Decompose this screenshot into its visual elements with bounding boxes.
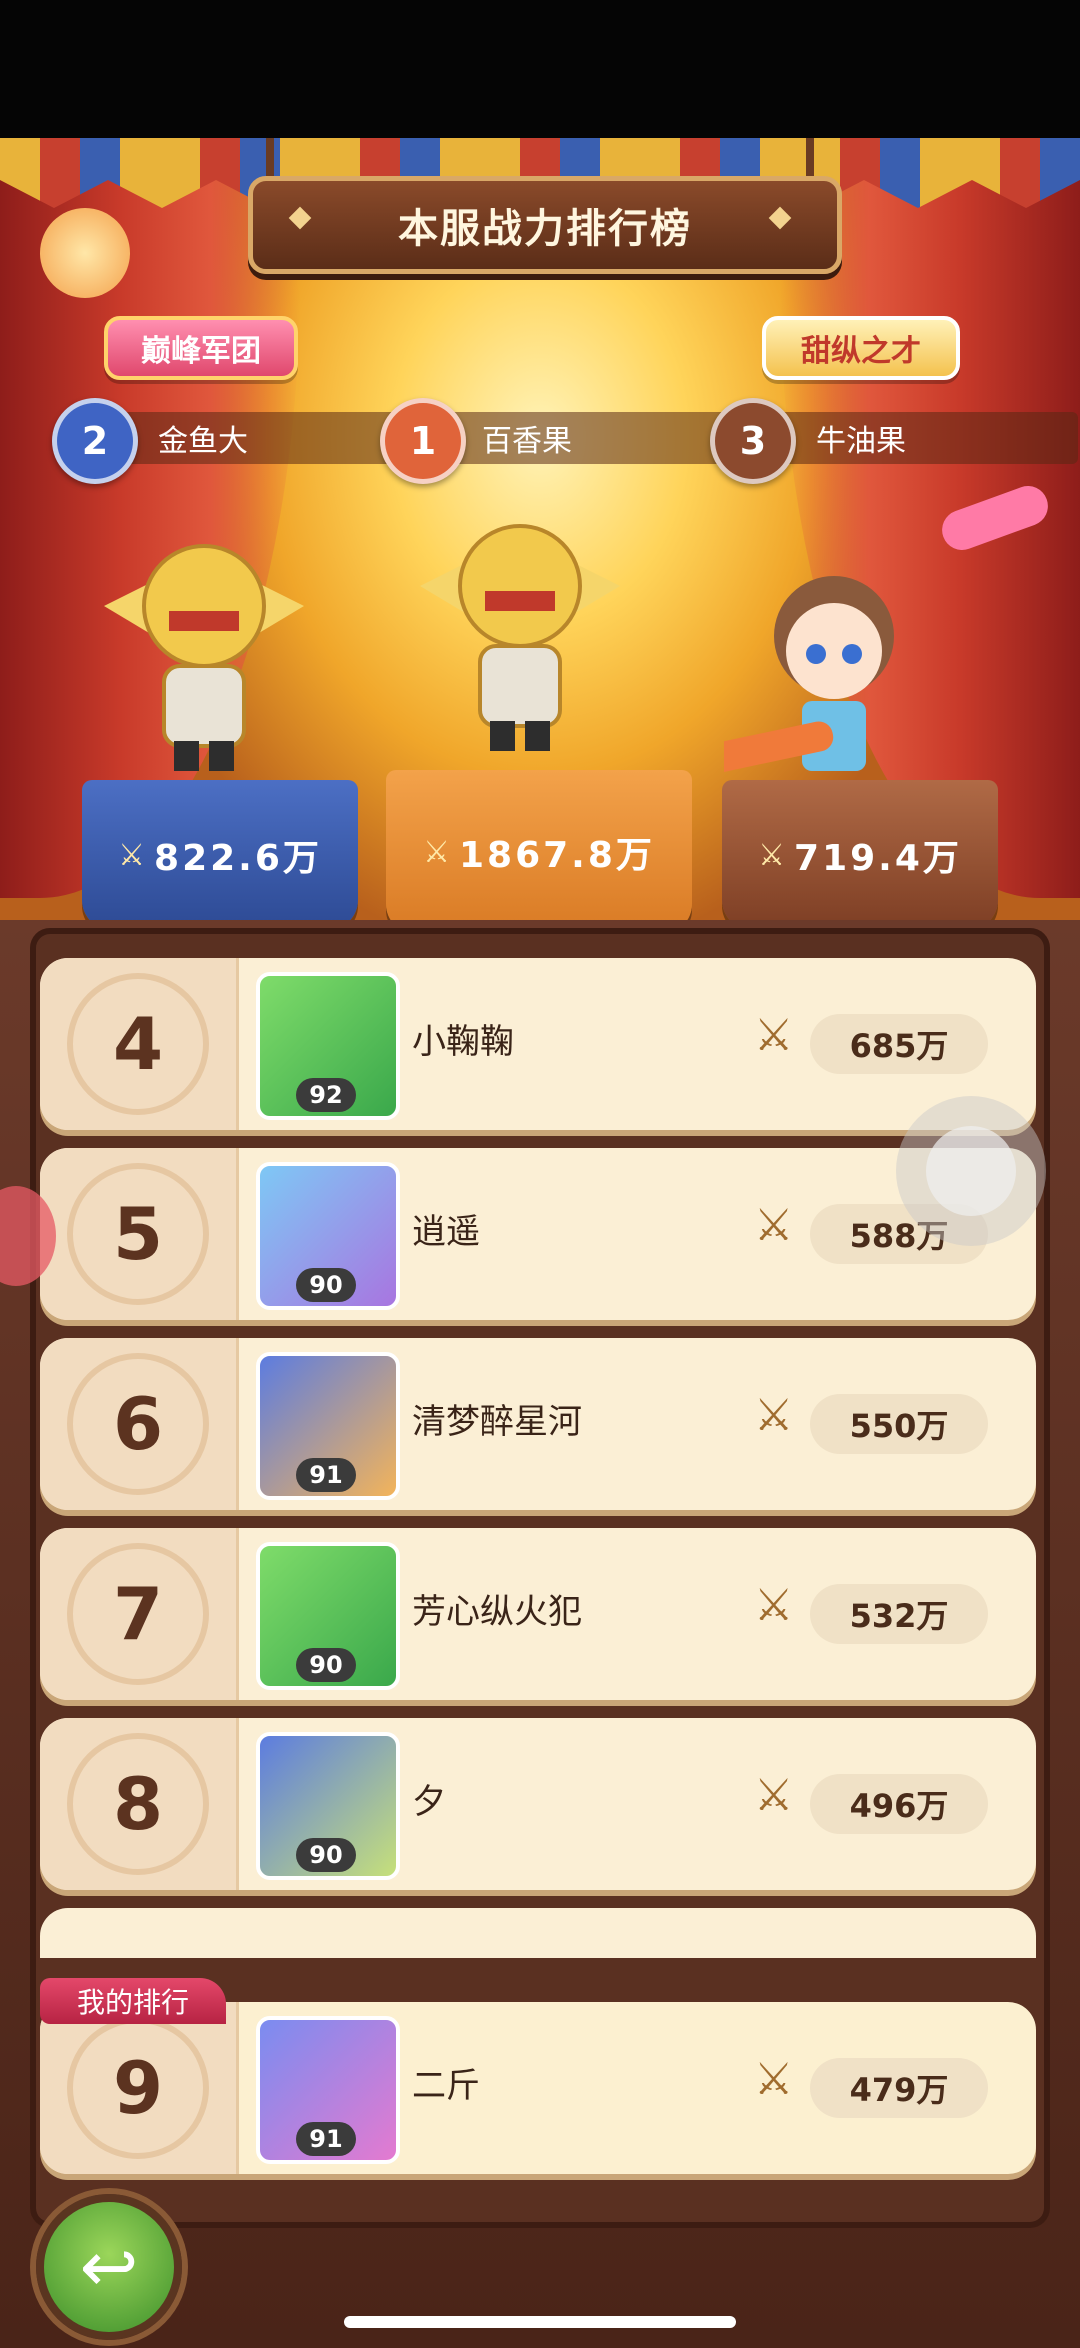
podium-power-3: ⚔ 719.4万 — [722, 780, 998, 930]
player-name: 芳心纵火犯 — [412, 1592, 582, 1632]
rank-cell: 6 — [40, 1338, 239, 1510]
level-badge: 91 — [296, 1458, 356, 1492]
status-bar — [0, 0, 1080, 138]
player-name: 二斤 — [412, 2066, 480, 2106]
ranking-row[interactable]: 5 90 逍遥 ⚔ 588万 — [40, 1148, 1036, 1320]
power-value: 1867.8万 — [458, 835, 655, 876]
rank-cell: 9 — [40, 2002, 239, 2174]
back-button[interactable]: ↩ — [36, 2194, 182, 2340]
player-name: 清梦醉星河 — [412, 1402, 582, 1442]
ranking-row[interactable]: 4 92 小鞠鞠 ⚔ 685万 — [40, 958, 1036, 1130]
player-name: 小鞠鞠 — [412, 1022, 514, 1062]
back-arrow-icon: ↩ — [79, 2226, 139, 2308]
crossed-swords-icon: ⚔ — [423, 834, 453, 870]
power-value: 479万 — [810, 2058, 988, 2118]
rank-number: 4 — [67, 973, 209, 1115]
hero-avatar-gold-armor — [104, 544, 304, 771]
my-ranking-row[interactable]: 9 91 二斤 ⚔ 479万 — [40, 2002, 1036, 2174]
rank-number: 9 — [67, 2017, 209, 2159]
crossed-swords-icon: ⚔ — [754, 1390, 794, 1441]
title-badge-peak-legion: 巅峰军团 — [104, 316, 298, 380]
power-value: 719.4万 — [794, 838, 962, 879]
player-name: 牛油果 — [816, 424, 906, 459]
rank-number: 7 — [67, 1543, 209, 1685]
rank-cell: 5 — [40, 1148, 239, 1320]
rank-cell: 7 — [40, 1528, 239, 1700]
home-indicator[interactable] — [344, 2316, 736, 2328]
crossed-swords-icon: ⚔ — [754, 1010, 794, 1061]
player-name: 百香果 — [482, 424, 572, 459]
rank-medal-2: 2 — [52, 398, 138, 484]
rank-medal-3: 3 — [710, 398, 796, 484]
podium-power-2: ⚔ 822.6万 — [82, 780, 358, 930]
hero-avatar-gold-armor — [420, 524, 620, 751]
rank-number: 6 — [67, 1353, 209, 1495]
power-value: 496万 — [810, 1774, 988, 1834]
podium-name-bar-2: 金鱼大 — [92, 412, 420, 464]
crossed-swords-icon: ⚔ — [118, 837, 149, 873]
ranking-row[interactable]: 6 91 清梦醉星河 ⚔ 550万 — [40, 1338, 1036, 1510]
level-badge: 91 — [296, 2122, 356, 2156]
crossed-swords-icon: ⚔ — [754, 1200, 794, 1251]
floating-assist-button-core[interactable] — [926, 1126, 1016, 1216]
title-badge-sweet-talent: 甜纵之才 — [762, 316, 960, 380]
level-badge: 90 — [296, 1268, 356, 1302]
player-name: 逍遥 — [412, 1212, 480, 1252]
page-title: 本服战力排行榜 — [248, 176, 842, 274]
power-value: 822.6万 — [154, 838, 322, 879]
crossed-swords-icon: ⚔ — [754, 2054, 794, 2105]
level-badge: 90 — [296, 1648, 356, 1682]
player-name: 金鱼大 — [158, 424, 248, 459]
ranking-row[interactable]: 8 90 夕 ⚔ 496万 — [40, 1718, 1036, 1890]
rank-cell: 4 — [40, 958, 239, 1130]
rank-number: 8 — [67, 1733, 209, 1875]
ranking-row[interactable]: 7 90 芳心纵火犯 ⚔ 532万 — [40, 1528, 1036, 1700]
crossed-swords-icon: ⚔ — [754, 1580, 794, 1631]
level-badge: 90 — [296, 1838, 356, 1872]
candy-decoration — [40, 208, 130, 298]
ranking-row-partial — [40, 1908, 1036, 1958]
rank-cell: 8 — [40, 1718, 239, 1890]
crossed-swords-icon: ⚔ — [754, 1770, 794, 1821]
power-value: 550万 — [810, 1394, 988, 1454]
power-value: 532万 — [810, 1584, 988, 1644]
rank-medal-1: 1 — [380, 398, 466, 484]
podium-power-1: ⚔ 1867.8万 — [386, 770, 692, 934]
crossed-swords-icon: ⚔ — [758, 837, 789, 873]
rank-number: 5 — [67, 1163, 209, 1305]
power-value: 685万 — [810, 1014, 988, 1074]
hero-avatar-boy — [724, 576, 894, 773]
my-rank-label: 我的排行 — [40, 1978, 226, 2024]
level-badge: 92 — [296, 1078, 356, 1112]
player-name: 夕 — [412, 1782, 446, 1822]
